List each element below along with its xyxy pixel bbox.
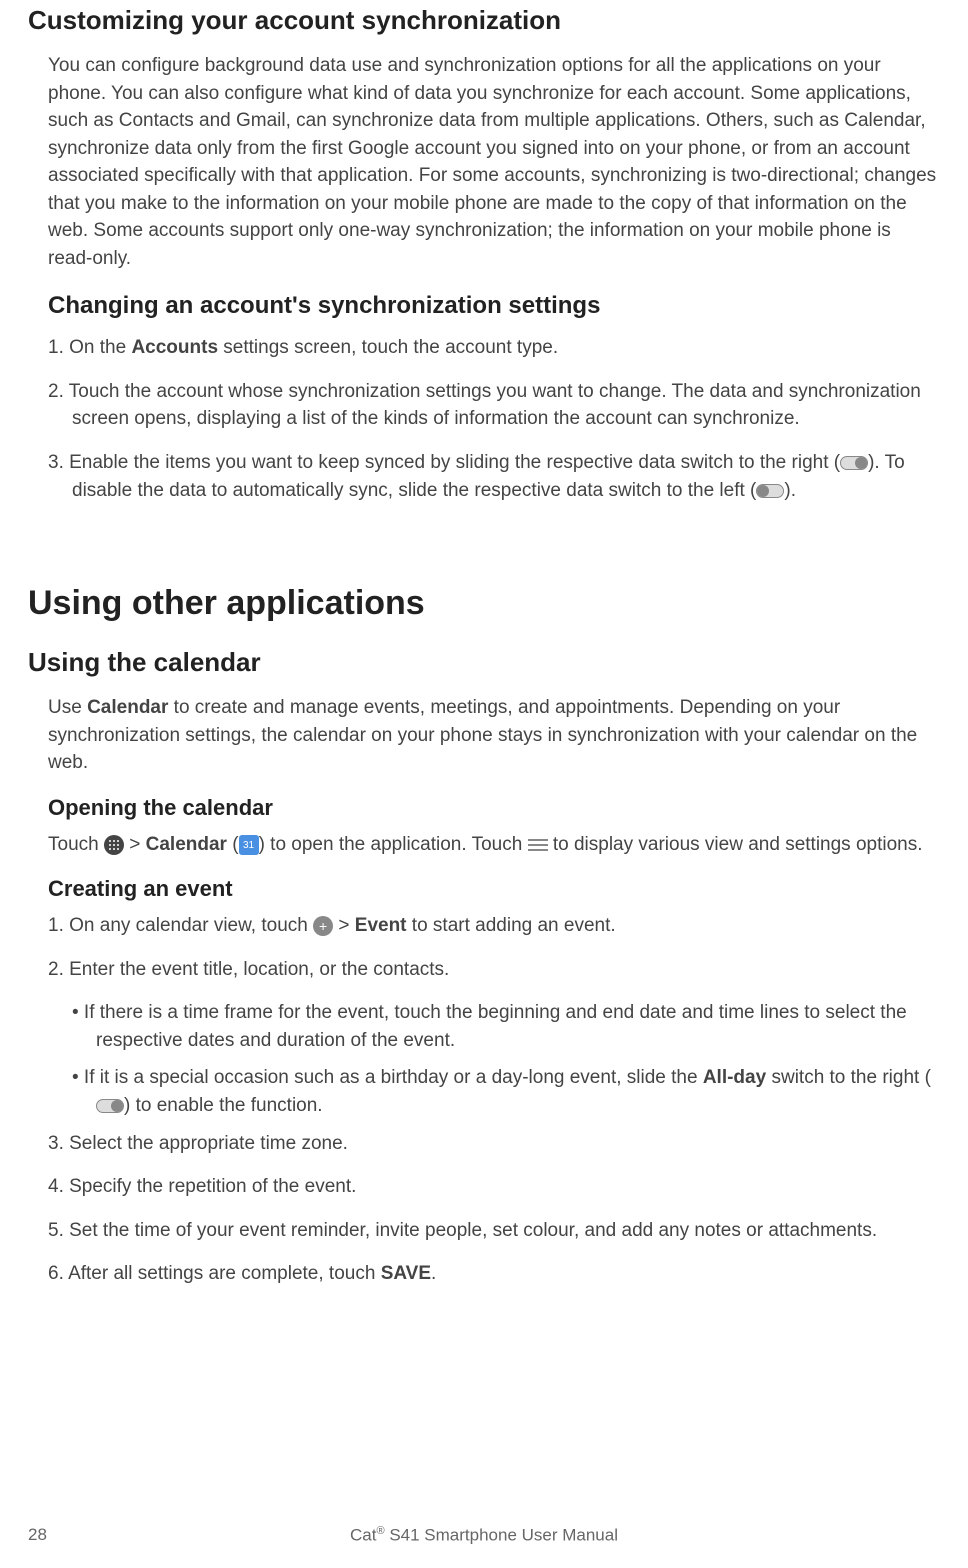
page-number: 28 — [28, 1525, 47, 1545]
heading-customizing: Customizing your account synchronization — [28, 5, 940, 36]
plus-icon: + — [313, 916, 333, 936]
intro-paragraph: You can configure background data use an… — [48, 52, 940, 272]
heading-using-calendar: Using the calendar — [28, 647, 940, 678]
step-1: 1. On the Accounts settings screen, touc… — [48, 334, 940, 362]
step-2: 2. Touch the account whose synchronizati… — [48, 378, 940, 433]
toggle-on-icon — [96, 1099, 124, 1113]
calendar-icon: 31 — [239, 835, 259, 855]
create-bullet-1: • If there is a time frame for the event… — [48, 999, 940, 1054]
toggle-on-icon — [840, 456, 868, 470]
step-3: 3. Enable the items you want to keep syn… — [48, 449, 940, 504]
create-bullet-2: • If it is a special occasion such as a … — [48, 1064, 940, 1119]
create-step-6: 6. After all settings are complete, touc… — [48, 1260, 940, 1288]
hamburger-menu-icon — [528, 836, 548, 854]
calendar-intro: Use Calendar to create and manage events… — [48, 694, 940, 777]
create-step-4: 4. Specify the repetition of the event. — [48, 1173, 940, 1201]
create-step-1: 1. On any calendar view, touch + > Event… — [48, 912, 940, 940]
heading-changing-settings: Changing an account's synchronization se… — [48, 292, 940, 320]
heading-opening-calendar: Opening the calendar — [48, 795, 940, 821]
page-footer: 28 Cat® S41 Smartphone User Manual — [0, 1525, 968, 1546]
apps-grid-icon — [104, 835, 124, 855]
opening-instructions: Touch > Calendar (31) to open the applic… — [48, 831, 940, 859]
create-step-2: 2. Enter the event title, location, or t… — [48, 956, 940, 984]
heading-creating-event: Creating an event — [48, 876, 940, 902]
manual-title: Cat® S41 Smartphone User Manual — [0, 1525, 968, 1546]
heading-using-other-apps: Using other applications — [28, 584, 940, 623]
toggle-off-icon — [756, 484, 784, 498]
create-step-3: 3. Select the appropriate time zone. — [48, 1130, 940, 1158]
create-step-5: 5. Set the time of your event reminder, … — [48, 1217, 940, 1245]
